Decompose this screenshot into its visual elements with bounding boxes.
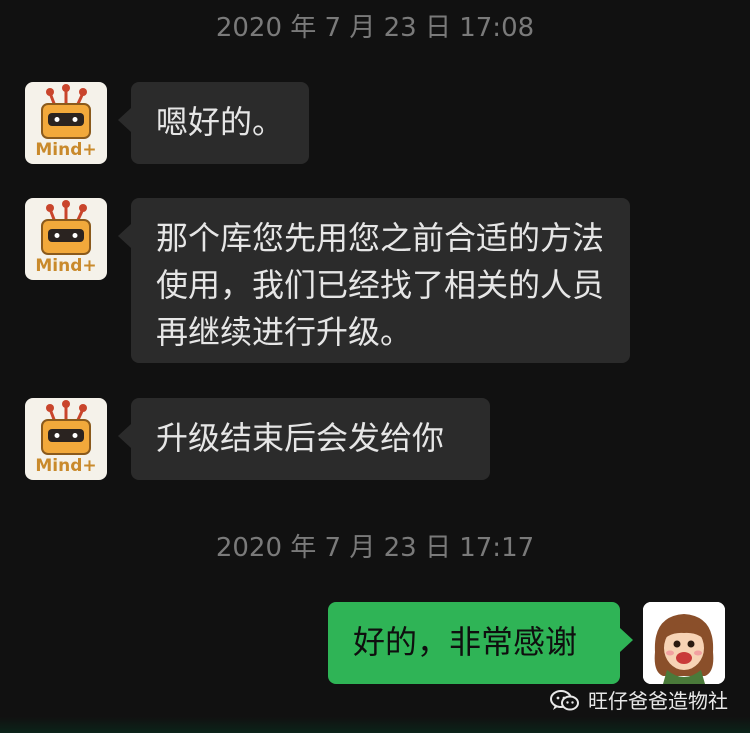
watermark: 旺仔爸爸造物社	[550, 688, 728, 714]
bot-avatar[interactable]: Mind+	[25, 82, 107, 164]
bot-avatar[interactable]: Mind+	[25, 198, 107, 280]
timestamp: 2020 年 7 月 23 日 17:17	[215, 533, 535, 563]
mind-plus-label: Mind+	[35, 256, 97, 276]
message-text: 嗯好的。	[156, 103, 285, 141]
message-bubble-outgoing[interactable]: 好的，非常感谢	[328, 602, 633, 684]
watermark-text: 旺仔爸爸造物社	[588, 689, 728, 713]
bot-avatar[interactable]: Mind+	[25, 398, 107, 480]
timestamp: 2020 年 7 月 23 日 17:08	[215, 13, 535, 43]
mind-plus-label: Mind+	[35, 140, 97, 160]
user-avatar[interactable]	[643, 602, 725, 684]
bottom-edge	[0, 717, 750, 733]
message-bubble-incoming[interactable]: 升级结束后会发给你	[118, 398, 490, 480]
message-bubble-incoming[interactable]: 嗯好的。	[118, 82, 309, 164]
message-bubble-incoming[interactable]: 那个库您先用您之前合适的方法使用，我们已经找了相关的人员再继续进行升级。	[118, 198, 630, 363]
wechat-icon	[550, 689, 580, 713]
message-text: 好的，非常感谢	[353, 623, 578, 661]
message-text: 那个库您先用您之前合适的方法使用，我们已经找了相关的人员再继续进行升级。	[156, 219, 605, 351]
message-text: 升级结束后会发给你	[156, 419, 445, 457]
cartoon-girl-avatar-icon	[643, 602, 725, 684]
mind-plus-label: Mind+	[35, 456, 97, 476]
